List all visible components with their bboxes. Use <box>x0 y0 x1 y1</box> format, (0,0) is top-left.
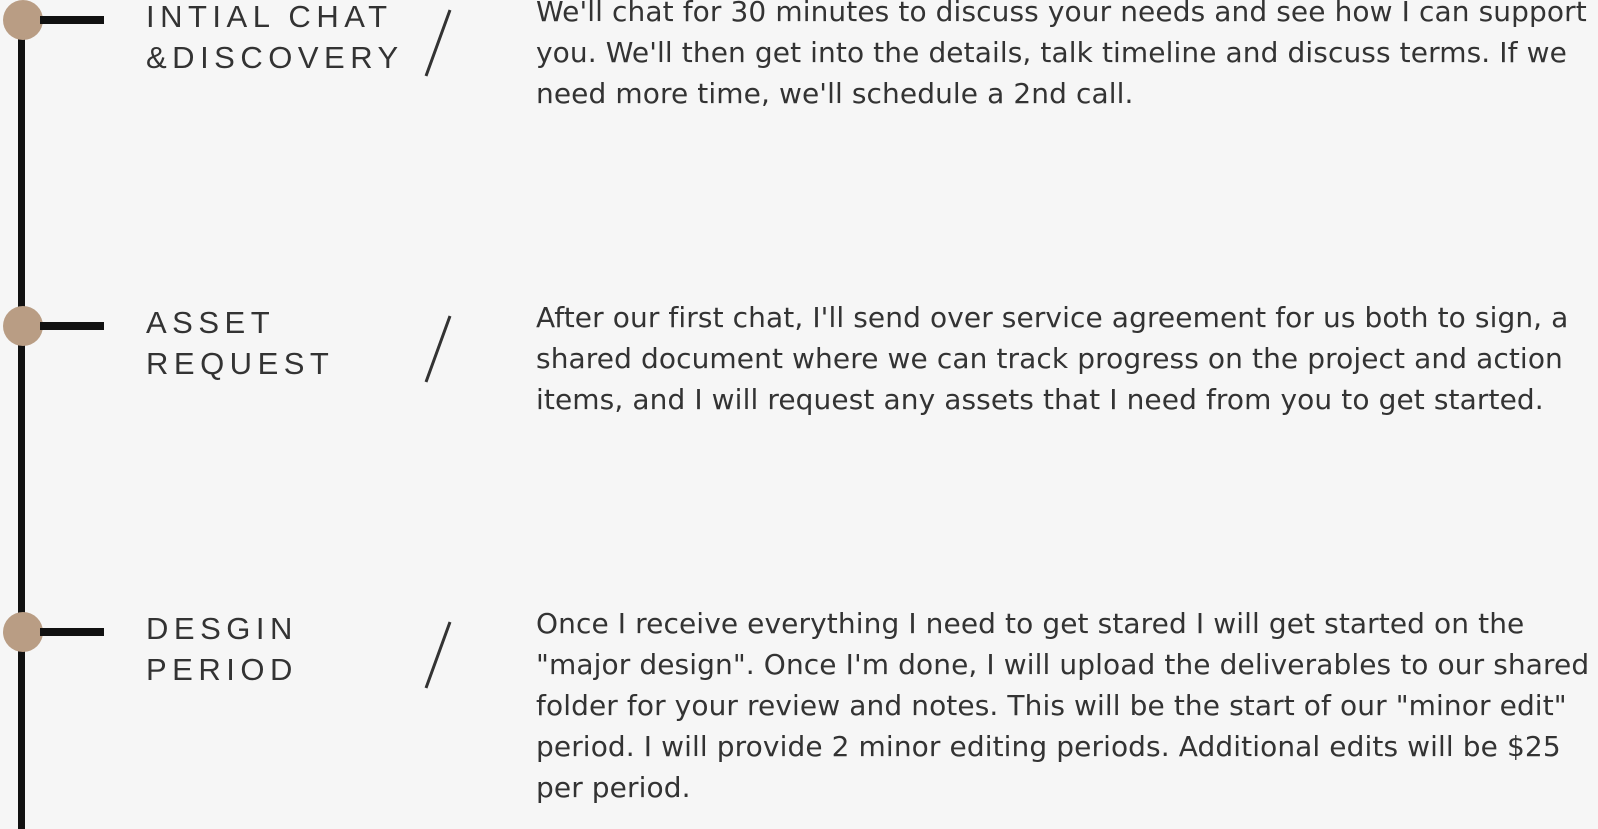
step-description: After our first chat, I'll send over ser… <box>536 301 1569 416</box>
slash-divider-icon <box>424 620 452 690</box>
slash-divider-icon <box>424 8 452 78</box>
timeline-line <box>18 22 25 829</box>
slash-divider-icon <box>424 314 452 384</box>
step-title: ASSET REQUEST <box>146 305 335 381</box>
timeline-node-dot <box>3 612 43 652</box>
step-description: Once I receive everything I need to get … <box>536 607 1590 804</box>
timeline-node-dot <box>3 306 43 346</box>
timeline-node-dot <box>3 0 43 40</box>
timeline-node-connector <box>40 322 104 330</box>
step-title: DESGIN PERIOD <box>146 611 298 687</box>
timeline-node-connector <box>40 628 104 636</box>
step-title: INTIAL CHAT &DISCOVERY <box>146 0 404 75</box>
step-description: We'll chat for 30 minutes to discuss you… <box>536 0 1587 110</box>
timeline-node-connector <box>40 16 104 24</box>
